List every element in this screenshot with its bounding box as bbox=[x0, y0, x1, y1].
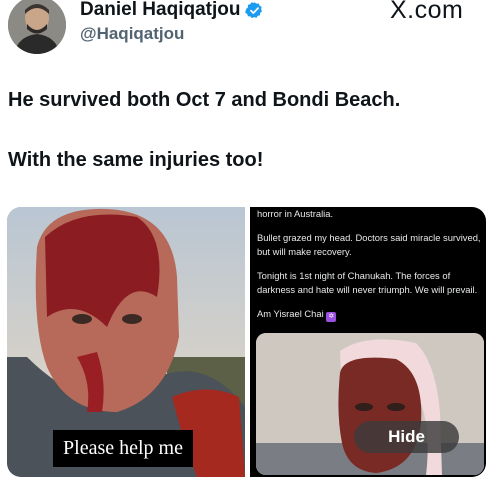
embedded-post-signoff: Am Yisrael Chai bbox=[257, 308, 324, 319]
avatar[interactable] bbox=[8, 0, 66, 54]
embedded-post-paragraph-3: Tonight is 1st night of Chanukah. The fo… bbox=[257, 270, 478, 295]
embedded-post-paragraph-2: Bullet grazed my head. Doctors said mira… bbox=[257, 232, 481, 257]
media-screenshot-right[interactable]: horror in Australia. Bullet grazed my he… bbox=[250, 207, 486, 477]
embedded-post-paragraph-1: horror in Australia. bbox=[257, 208, 334, 219]
hide-button[interactable]: Hide bbox=[354, 421, 459, 453]
star-of-david-icon: ✡ bbox=[326, 312, 337, 322]
bandaged-man-photo bbox=[256, 333, 484, 475]
post-text-line-2: With the same injuries too! bbox=[8, 149, 264, 171]
x-logo: X.com bbox=[390, 0, 464, 24]
post-text-line-1: He survived both Oct 7 and Bondi Beach. bbox=[8, 89, 401, 111]
embedded-post-text: horror in Australia. Bullet grazed my he… bbox=[257, 207, 485, 332]
post-media[interactable]: Please help me horror in Australia. Bull… bbox=[7, 207, 486, 477]
media-photo-left[interactable]: Please help me bbox=[7, 207, 245, 477]
author-name[interactable]: Daniel Haqiqatjou bbox=[80, 0, 240, 21]
avatar-image bbox=[8, 0, 66, 54]
post-header: Daniel Haqiqatjou @Haqiqatjou X.com bbox=[0, 0, 492, 60]
photo-caption: Please help me bbox=[53, 430, 193, 467]
verified-badge-icon bbox=[245, 1, 263, 18]
embedded-photo[interactable]: Hide bbox=[256, 333, 484, 475]
embedded-post-paragraph-4: Am Yisrael Chai ✡ bbox=[257, 307, 485, 322]
author-handle[interactable]: @Haqiqatjou bbox=[80, 24, 184, 44]
